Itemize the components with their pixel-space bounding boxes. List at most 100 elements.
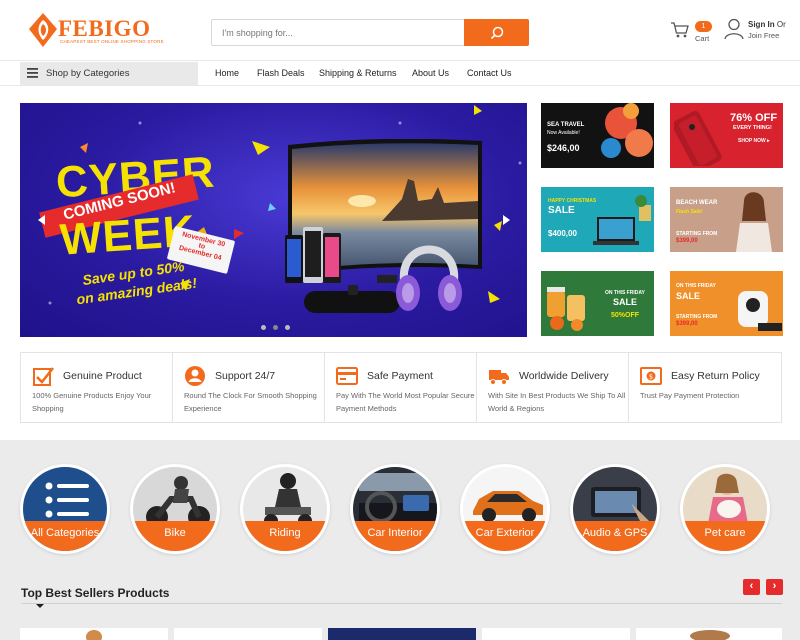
- friday1-off: 50%OFF: [611, 312, 640, 319]
- sea-title: SEA TRAVEL: [547, 122, 585, 128]
- search-icon: [490, 26, 503, 39]
- features-bar: Genuine Product 100% Genuine Products En…: [20, 352, 782, 423]
- promo-friday-food[interactable]: ON THIS FRIDAY SALE 50%OFF: [541, 271, 654, 336]
- nav-about-us[interactable]: About Us: [412, 68, 449, 78]
- off-sub: EVERY THING!: [733, 125, 772, 131]
- product-card[interactable]: [328, 628, 476, 640]
- banner-next-icon[interactable]: [502, 215, 510, 225]
- sea-sub: Now Available!: [547, 130, 580, 136]
- promo-christmas[interactable]: HAPPY CHRISTMAS SALE $400,00: [541, 187, 654, 252]
- svg-text:$: $: [649, 373, 653, 381]
- product-card[interactable]: [482, 628, 630, 640]
- cart-label: Cart: [695, 34, 710, 43]
- product-image: [86, 630, 102, 640]
- feature-payment: Safe Payment Pay With The World Most Pop…: [325, 353, 477, 422]
- feature-desc: With Site In Best Products We Ship To Al…: [488, 391, 626, 413]
- logo-icon[interactable]: [28, 12, 58, 48]
- coral-image: [601, 103, 653, 158]
- banner-dot-active[interactable]: [273, 325, 278, 330]
- category-pet-care[interactable]: Pet care: [680, 464, 770, 554]
- laptop-image: [593, 195, 651, 245]
- hero-banner[interactable]: CYBER COMING SOON! WEEK November 30 to D…: [20, 103, 527, 337]
- or-text: Or: [776, 20, 786, 29]
- category-audio-gps[interactable]: Audio & GPS: [570, 464, 660, 554]
- product-image: [690, 630, 730, 640]
- nav-flash-deals[interactable]: Flash Deals: [257, 68, 305, 78]
- cart-icon: [671, 22, 689, 38]
- category-all[interactable]: All Categories: [20, 464, 110, 554]
- search-bar: [211, 19, 529, 46]
- checkbox-icon: [33, 367, 54, 386]
- banner-prev-icon[interactable]: [38, 215, 46, 225]
- banner-dot[interactable]: [285, 325, 290, 330]
- car-image: [473, 491, 543, 522]
- headphones-image: [396, 245, 462, 311]
- product-card[interactable]: [20, 628, 168, 640]
- model-image: [736, 192, 772, 252]
- brand-tagline: CHEAPEST BEST ONLINE SHOPPING STORE: [60, 39, 164, 44]
- xmas-title: HAPPY CHRISTMAS: [548, 198, 597, 204]
- nav-contact-us[interactable]: Contact Us: [467, 68, 512, 78]
- sea-price: $246,00: [547, 143, 580, 153]
- nav-shipping-returns[interactable]: Shipping & Returns: [319, 68, 397, 78]
- credit-card-icon: [336, 367, 358, 385]
- feature-title: Genuine Product: [63, 370, 142, 382]
- friday2-start: STARTING FROM: [676, 314, 718, 320]
- category-label: Car Interior: [353, 521, 437, 551]
- product-card[interactable]: [636, 628, 782, 640]
- cart-button[interactable]: 1 Cart: [670, 19, 715, 43]
- list-icon: [45, 482, 89, 518]
- off-cta[interactable]: SHOP NOW ▸: [738, 138, 770, 144]
- feature-delivery: Worldwide Delivery With Site In Best Pro…: [477, 353, 629, 422]
- category-label: Pet care: [683, 521, 767, 551]
- category-riding[interactable]: Riding: [240, 464, 330, 554]
- banner-dot[interactable]: [261, 325, 266, 330]
- account-area: Sign In Or Join Free: [724, 18, 794, 42]
- join-free-link[interactable]: Join Free: [748, 31, 779, 40]
- sign-in-row: Sign In Or: [748, 20, 786, 29]
- category-label: Car Exterior: [463, 521, 547, 551]
- camera-image: [738, 291, 782, 331]
- feature-desc: Pay With The World Most Popular Secure P…: [336, 391, 475, 413]
- friday2-price: $399,00: [676, 321, 698, 327]
- xmas-sale: SALE: [548, 205, 575, 216]
- jars-image: [547, 287, 585, 331]
- best-sellers-next-button[interactable]: ›: [766, 579, 783, 595]
- promo-76-off[interactable]: 76% OFF EVERY THING! SHOP NOW ▸: [670, 103, 783, 168]
- header: FEBIGO CHEAPEST BEST ONLINE SHOPPING STO…: [0, 0, 800, 60]
- section-divider: [21, 603, 782, 604]
- feature-desc: 100% Genuine Products Enjoy Your Shoppin…: [32, 391, 152, 413]
- friday1-title: ON THIS FRIDAY: [605, 290, 645, 296]
- speaker-image: [304, 285, 400, 313]
- category-label: Riding: [243, 521, 327, 551]
- categories-label: Shop by Categories: [46, 68, 130, 79]
- beach-start: STARTING FROM: [676, 231, 718, 237]
- search-input[interactable]: [212, 20, 465, 45]
- beach-price: $399,00: [676, 238, 698, 244]
- delivery-truck-icon: [489, 370, 509, 385]
- promo-beach-wear[interactable]: BEACH WEAR Flash Sale! STARTING FROM $39…: [670, 187, 783, 252]
- promo-sea-travel[interactable]: SEA TRAVEL Now Available! $246,00: [541, 103, 654, 168]
- search-button[interactable]: [464, 19, 529, 46]
- friday2-sale: SALE: [676, 291, 701, 301]
- user-icon: [724, 18, 744, 40]
- best-sellers-prev-button[interactable]: ‹: [743, 579, 760, 595]
- title-pointer: [36, 604, 44, 608]
- sign-in-link[interactable]: Sign In: [748, 20, 775, 29]
- phone-image: [674, 111, 722, 166]
- beach-sub: Flash Sale!: [676, 209, 703, 215]
- nav-home[interactable]: Home: [215, 68, 239, 78]
- category-car-interior[interactable]: Car Interior: [350, 464, 440, 554]
- feature-return: $ Easy Return Policy Trust Pay Payment P…: [629, 353, 781, 422]
- off-big: 76% OFF: [730, 112, 778, 124]
- promo-friday-camera[interactable]: ON THIS FRIDAY SALE STARTING FROM $399,0…: [670, 271, 783, 336]
- product-card[interactable]: [174, 628, 322, 640]
- feature-title: Easy Return Policy: [671, 370, 760, 382]
- shop-by-categories-button[interactable]: Shop by Categories: [20, 62, 198, 85]
- money-return-icon: $: [640, 367, 662, 385]
- category-label: All Categories: [23, 521, 107, 551]
- category-bike[interactable]: Bike: [130, 464, 220, 554]
- friday1-sale: SALE: [613, 297, 638, 307]
- hamburger-icon: [27, 68, 38, 78]
- category-car-exterior[interactable]: Car Exterior: [460, 464, 550, 554]
